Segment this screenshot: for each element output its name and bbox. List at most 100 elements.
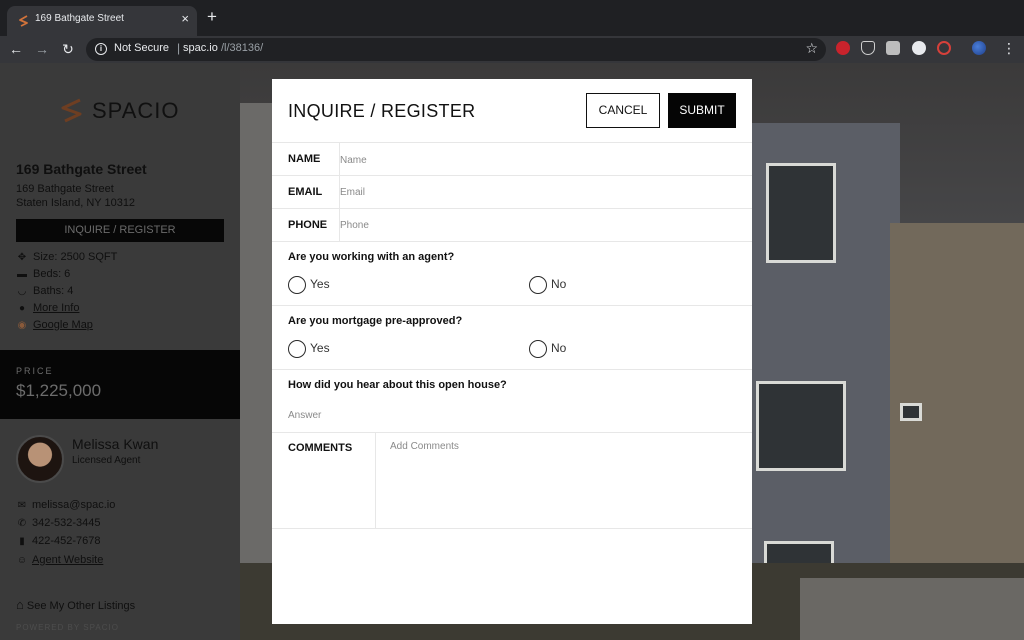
user-icon: ☺ <box>16 555 28 566</box>
divider <box>272 142 752 143</box>
divider <box>272 208 752 209</box>
other-listings-link[interactable]: ⌂ See My Other Listings <box>16 597 135 612</box>
agent-email-text: melissa@spac.io <box>32 499 116 511</box>
bathtub-icon: ◡ <box>17 286 27 297</box>
phone-label: PHONE <box>288 219 328 231</box>
name-field[interactable] <box>340 148 740 172</box>
agent-phone-1-text: 342-532-3445 <box>32 517 101 529</box>
property-title: 169 Bathgate Street <box>16 161 147 177</box>
divider <box>272 305 752 306</box>
tab-close-icon[interactable]: × <box>181 11 189 26</box>
agent-website-link[interactable]: Agent Website <box>32 554 103 566</box>
lastpass-icon[interactable] <box>937 41 951 55</box>
mortgage-yes-radio[interactable] <box>288 340 306 358</box>
mortgage-no-label[interactable]: No <box>551 341 566 355</box>
url-separator: | <box>177 41 181 55</box>
agent-yes-label[interactable]: Yes <box>310 277 330 291</box>
spacio-wordmark: SPACIO <box>92 98 180 123</box>
other-listings-text: See My Other Listings <box>26 600 136 612</box>
agent-no-radio[interactable] <box>529 276 547 294</box>
agent-email: ✉ melissa@spac.io <box>16 499 116 511</box>
phone-icon: ✆ <box>17 518 27 529</box>
comments-field[interactable] <box>390 441 740 525</box>
price-label: PRICE <box>16 366 54 376</box>
home-icon: ⌂ <box>16 597 24 612</box>
submit-button[interactable]: SUBMIT <box>668 93 736 128</box>
envelope-icon: ✉ <box>17 500 27 511</box>
mortgage-no-radio[interactable] <box>529 340 547 358</box>
reload-icon[interactable]: ↻ <box>58 39 78 59</box>
more-info-link[interactable]: More Info <box>33 302 79 314</box>
spacio-logo: SPACIO <box>58 95 188 127</box>
email-label: EMAIL <box>288 186 323 198</box>
listing-sidebar: SPACIO 169 Bathgate Street 169 Bathgate … <box>0 63 240 640</box>
feature-baths-text: Baths: 4 <box>33 285 74 297</box>
agent-name: Melissa Kwan <box>72 436 159 452</box>
house-window <box>756 381 846 471</box>
comments-column-divider <box>375 432 376 528</box>
house-facade-right <box>750 123 900 581</box>
agent-question: Are you working with an agent? <box>288 251 455 263</box>
divider <box>272 432 752 433</box>
resize-arrows-icon: ✥ <box>17 252 27 263</box>
evernote-icon[interactable] <box>886 41 900 55</box>
source-answer-field[interactable] <box>288 404 736 426</box>
browser-menu-icon[interactable]: ⋮ <box>1002 40 1016 56</box>
bookmark-star-icon[interactable]: ☆ <box>805 40 818 57</box>
info-icon[interactable]: i <box>95 43 107 55</box>
new-tab-icon[interactable]: + <box>207 8 217 26</box>
divider <box>272 528 752 529</box>
globe-icon[interactable] <box>972 41 986 55</box>
browser-tab[interactable]: 169 Bathgate Street × <box>7 6 197 36</box>
agent-phone-1: ✆ 342-532-3445 <box>16 517 101 529</box>
email-field[interactable] <box>340 180 740 204</box>
feature-google-map[interactable]: ◉ Google Map <box>16 319 93 331</box>
walkway <box>800 578 1024 640</box>
mobile-phone-icon: ▮ <box>19 536 25 547</box>
inquire-register-button[interactable]: INQUIRE / REGISTER <box>16 219 224 242</box>
feature-size-text: Size: 2500 SQFT <box>33 251 118 263</box>
divider <box>272 369 752 370</box>
phone-field[interactable] <box>340 213 740 237</box>
spacio-logo-icon <box>61 98 82 123</box>
tab-title: 169 Bathgate Street <box>35 13 124 24</box>
address-bar[interactable]: i Not Secure | spac.io /l/38136/ ☆ <box>86 38 826 61</box>
agent-role: Licensed Agent <box>72 455 141 466</box>
back-arrow-icon[interactable]: ← <box>6 39 26 59</box>
name-label: NAME <box>288 153 321 165</box>
modal-title: INQUIRE / REGISTER <box>288 101 476 121</box>
pocket-icon[interactable] <box>861 41 875 55</box>
pinterest-icon[interactable] <box>836 41 850 55</box>
feature-beds: ▬ Beds: 6 <box>16 268 70 280</box>
divider <box>272 241 752 242</box>
onepassword-icon[interactable] <box>912 41 926 55</box>
url-host: spac.io <box>183 42 218 54</box>
browser-tab-strip: 169 Bathgate Street × + <box>0 0 1024 36</box>
agent-phone-2: ▮ 422-452-7678 <box>16 535 101 547</box>
agent-avatar <box>16 435 64 483</box>
divider <box>272 175 752 176</box>
feature-size: ✥ Size: 2500 SQFT <box>16 251 118 263</box>
mortgage-yes-label[interactable]: Yes <box>310 341 330 355</box>
powered-by-footer: POWERED BY SPACIO <box>16 623 119 632</box>
agent-yes-radio[interactable] <box>288 276 306 294</box>
url-path: /l/38136/ <box>221 42 264 54</box>
comments-label: COMMENTS <box>288 442 353 454</box>
price-value: $1,225,000 <box>16 381 102 400</box>
agent-no-label[interactable]: No <box>551 277 566 291</box>
property-address-line2: Staten Island, NY 10312 <box>16 197 136 209</box>
inquire-register-modal: INQUIRE / REGISTER CANCEL SUBMIT NAME EM… <box>272 79 752 624</box>
feature-more-info[interactable]: ● More Info <box>16 302 80 314</box>
feature-baths: ◡ Baths: 4 <box>16 285 74 297</box>
mortgage-question: Are you mortgage pre-approved? <box>288 315 463 327</box>
cancel-button[interactable]: CANCEL <box>586 93 660 128</box>
forward-arrow-icon[interactable]: → <box>32 39 52 59</box>
security-status: Not Secure <box>114 42 170 54</box>
listing-page: SPACIO 169 Bathgate Street 169 Bathgate … <box>0 63 1024 640</box>
bed-icon: ▬ <box>17 269 27 280</box>
google-map-link[interactable]: Google Map <box>33 319 93 331</box>
agent-website[interactable]: ☺ Agent Website <box>16 554 103 566</box>
agent-phone-2-text: 422-452-7678 <box>32 535 101 547</box>
house-neighbor <box>890 223 1024 583</box>
info-circle-icon: ● <box>18 303 26 314</box>
